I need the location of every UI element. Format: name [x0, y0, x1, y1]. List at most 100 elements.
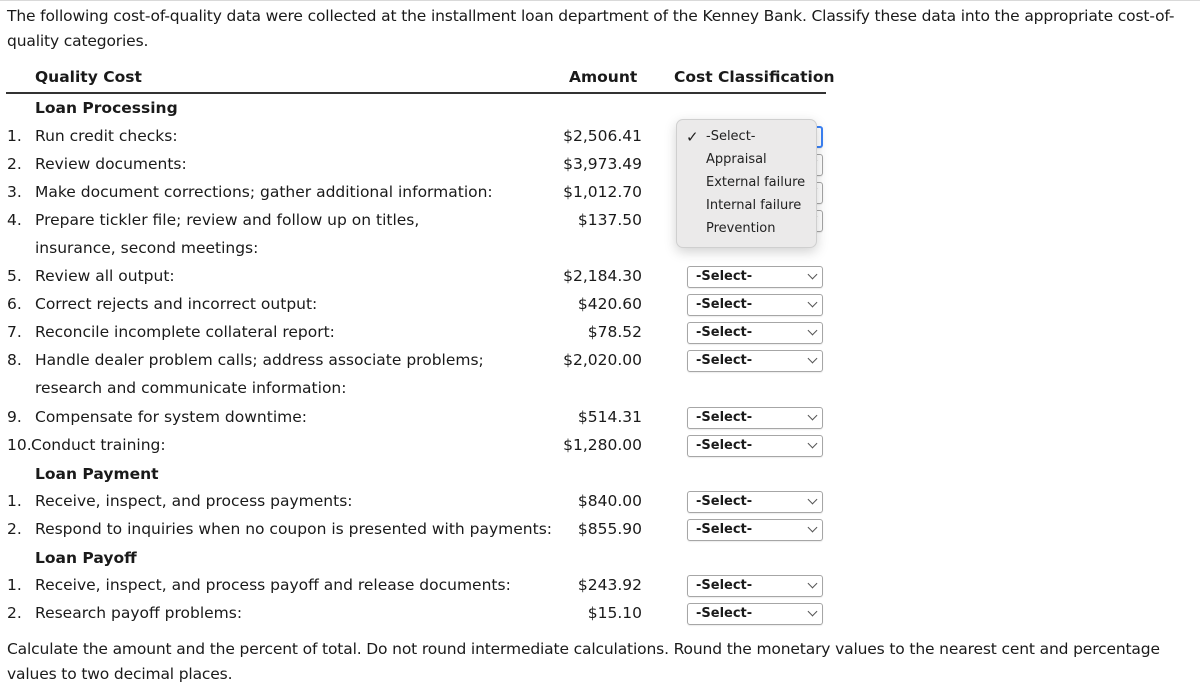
select-value: -Select-	[696, 353, 753, 368]
item-amount: $2,020.00	[563, 351, 642, 369]
item-number: 4.	[7, 211, 22, 229]
classification-dropdown-menu: ✓ -Select- Appraisal External failure In…	[676, 119, 817, 248]
item-description: Run credit checks:	[35, 127, 178, 145]
item-amount: $2,506.41	[563, 127, 642, 145]
section-title-loan-payoff: Loan Payoff	[35, 549, 137, 567]
item-description: Respond to inquiries when no coupon is p…	[35, 520, 553, 538]
table-row: 2. Research payoff problems: $15.10 -Sel…	[0, 600, 1200, 628]
section-title-loan-payment: Loan Payment	[35, 465, 159, 483]
item-amount: $1,012.70	[563, 183, 642, 201]
classification-select[interactable]: -Select-	[687, 266, 823, 288]
item-number: 6.	[7, 295, 22, 313]
select-value: -Select-	[696, 606, 753, 621]
classification-select[interactable]: -Select-	[687, 350, 823, 372]
select-value: -Select-	[696, 410, 753, 425]
dropdown-option-appraisal[interactable]: Appraisal	[706, 152, 767, 167]
table-row: 1. Run credit checks: $2,506.41	[0, 123, 1200, 151]
checkmark-icon: ✓	[686, 128, 699, 146]
item-amount: $840.00	[577, 492, 642, 510]
chevron-down-icon	[807, 325, 818, 336]
chevron-down-icon	[807, 578, 818, 589]
item-amount: $137.50	[577, 211, 642, 229]
item-description-continued: research and communicate information:	[35, 379, 347, 397]
classification-select[interactable]: -Select-	[687, 407, 823, 429]
item-number: 1.	[7, 492, 22, 510]
dropdown-option-select[interactable]: -Select-	[706, 129, 756, 144]
chevron-down-icon	[807, 606, 818, 617]
select-value: -Select-	[696, 522, 753, 537]
item-description: Make document corrections; gather additi…	[35, 183, 493, 201]
select-value: -Select-	[696, 578, 753, 593]
classification-select[interactable]: -Select-	[687, 322, 823, 344]
chevron-down-icon	[807, 353, 818, 364]
select-value: -Select-	[696, 494, 753, 509]
item-amount: $2,184.30	[563, 267, 642, 285]
table-row: 2. Review documents: $3,973.49	[0, 151, 1200, 179]
classification-select[interactable]: -Select-	[687, 575, 823, 597]
item-number: 7.	[7, 323, 22, 341]
item-number: 9.	[7, 408, 22, 426]
classification-select[interactable]: -Select-	[687, 519, 823, 541]
chevron-down-icon	[807, 410, 818, 421]
table-row: 8. Handle dealer problem calls; address …	[0, 347, 1200, 403]
item-amount: $514.31	[577, 408, 642, 426]
classification-select[interactable]: -Select-	[687, 435, 823, 457]
chevron-down-icon	[807, 522, 818, 533]
item-description: Receive, inspect, and process payoff and…	[35, 576, 511, 594]
classification-select[interactable]: -Select-	[687, 603, 823, 625]
item-description: Review documents:	[35, 155, 187, 173]
select-value: -Select-	[696, 438, 753, 453]
dropdown-option-external-failure[interactable]: External failure	[706, 175, 805, 190]
table-row: 6. Correct rejects and incorrect output:…	[0, 291, 1200, 319]
dropdown-option-internal-failure[interactable]: Internal failure	[706, 198, 801, 213]
table-row: 9. Compensate for system downtime: $514.…	[0, 404, 1200, 432]
item-amount: $15.10	[587, 604, 642, 622]
item-description: Compensate for system downtime:	[35, 408, 307, 426]
item-description: Reconcile incomplete collateral report:	[35, 323, 335, 341]
select-value: -Select-	[696, 269, 753, 284]
table-row: 1. Receive, inspect, and process payment…	[0, 488, 1200, 516]
table-row: 2. Respond to inquiries when no coupon i…	[0, 516, 1200, 544]
chevron-down-icon	[807, 438, 818, 449]
item-description: Receive, inspect, and process payments:	[35, 492, 353, 510]
item-description: Research payoff problems:	[35, 604, 243, 622]
item-amount: $3,973.49	[563, 155, 642, 173]
chevron-down-icon	[807, 269, 818, 280]
item-amount: $855.90	[577, 520, 642, 538]
classification-select[interactable]: -Select-	[687, 294, 823, 316]
table-row: 1. Receive, inspect, and process payoff …	[0, 572, 1200, 600]
item-number: 1.	[7, 576, 22, 594]
intro-text: The following cost-of-quality data were …	[7, 7, 1175, 50]
item-description: Prepare tickler file; review and follow …	[35, 211, 420, 229]
table-row: 3. Make document corrections; gather add…	[0, 179, 1200, 207]
item-description: Handle dealer problem calls; address ass…	[35, 351, 484, 369]
header-rule	[6, 92, 826, 94]
item-number: 3.	[7, 183, 22, 201]
table-row: 5. Review all output: $2,184.30 -Select-	[0, 263, 1200, 291]
item-number: 2.	[7, 155, 22, 173]
chevron-down-icon	[807, 297, 818, 308]
item-amount: $78.52	[587, 323, 642, 341]
chevron-down-icon	[807, 494, 818, 505]
table-row: 4. Prepare tickler file; review and foll…	[0, 207, 1200, 263]
header-quality-cost: Quality Cost	[35, 68, 142, 86]
item-description: Correct rejects and incorrect output:	[35, 295, 318, 313]
item-amount: $420.60	[577, 295, 642, 313]
dropdown-option-prevention[interactable]: Prevention	[706, 221, 776, 236]
item-number: 5.	[7, 267, 22, 285]
item-number: 2.	[7, 604, 22, 622]
header-amount: Amount	[569, 68, 638, 86]
item-number: 8.	[7, 351, 22, 369]
header-cost-classification: Cost Classification	[674, 68, 835, 86]
item-number: 10.	[7, 436, 32, 454]
item-number: 2.	[7, 520, 22, 538]
instructions-text: Calculate the amount and the percent of …	[7, 640, 1160, 683]
table-row: 7. Reconcile incomplete collateral repor…	[0, 319, 1200, 347]
top-divider	[0, 0, 1200, 1]
item-description-continued: insurance, second meetings:	[35, 239, 259, 257]
item-number: 1.	[7, 127, 22, 145]
section-title-loan-processing: Loan Processing	[35, 99, 178, 117]
select-value: -Select-	[696, 325, 753, 340]
select-value: -Select-	[696, 297, 753, 312]
classification-select[interactable]: -Select-	[687, 491, 823, 513]
